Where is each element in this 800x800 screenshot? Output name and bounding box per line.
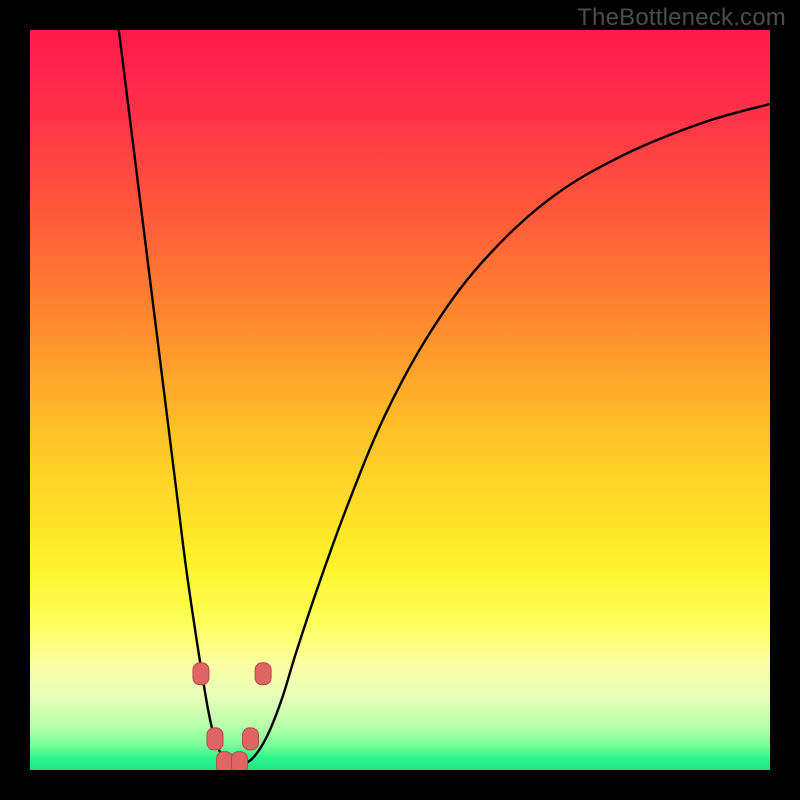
marker-dot: [255, 663, 271, 685]
outer-black-frame: TheBottleneck.com: [0, 0, 800, 800]
marker-dot: [231, 752, 247, 770]
plot-area: [30, 30, 770, 770]
bottleneck-curve: [30, 30, 770, 770]
marker-dot: [207, 728, 223, 750]
watermark-text: TheBottleneck.com: [577, 4, 786, 32]
curve-left-branch: [119, 30, 237, 766]
marker-dot: [193, 663, 209, 685]
marker-dot: [243, 728, 259, 750]
curve-right-branch: [237, 104, 770, 766]
marker-dots: [193, 663, 271, 770]
marker-dot: [217, 752, 233, 770]
